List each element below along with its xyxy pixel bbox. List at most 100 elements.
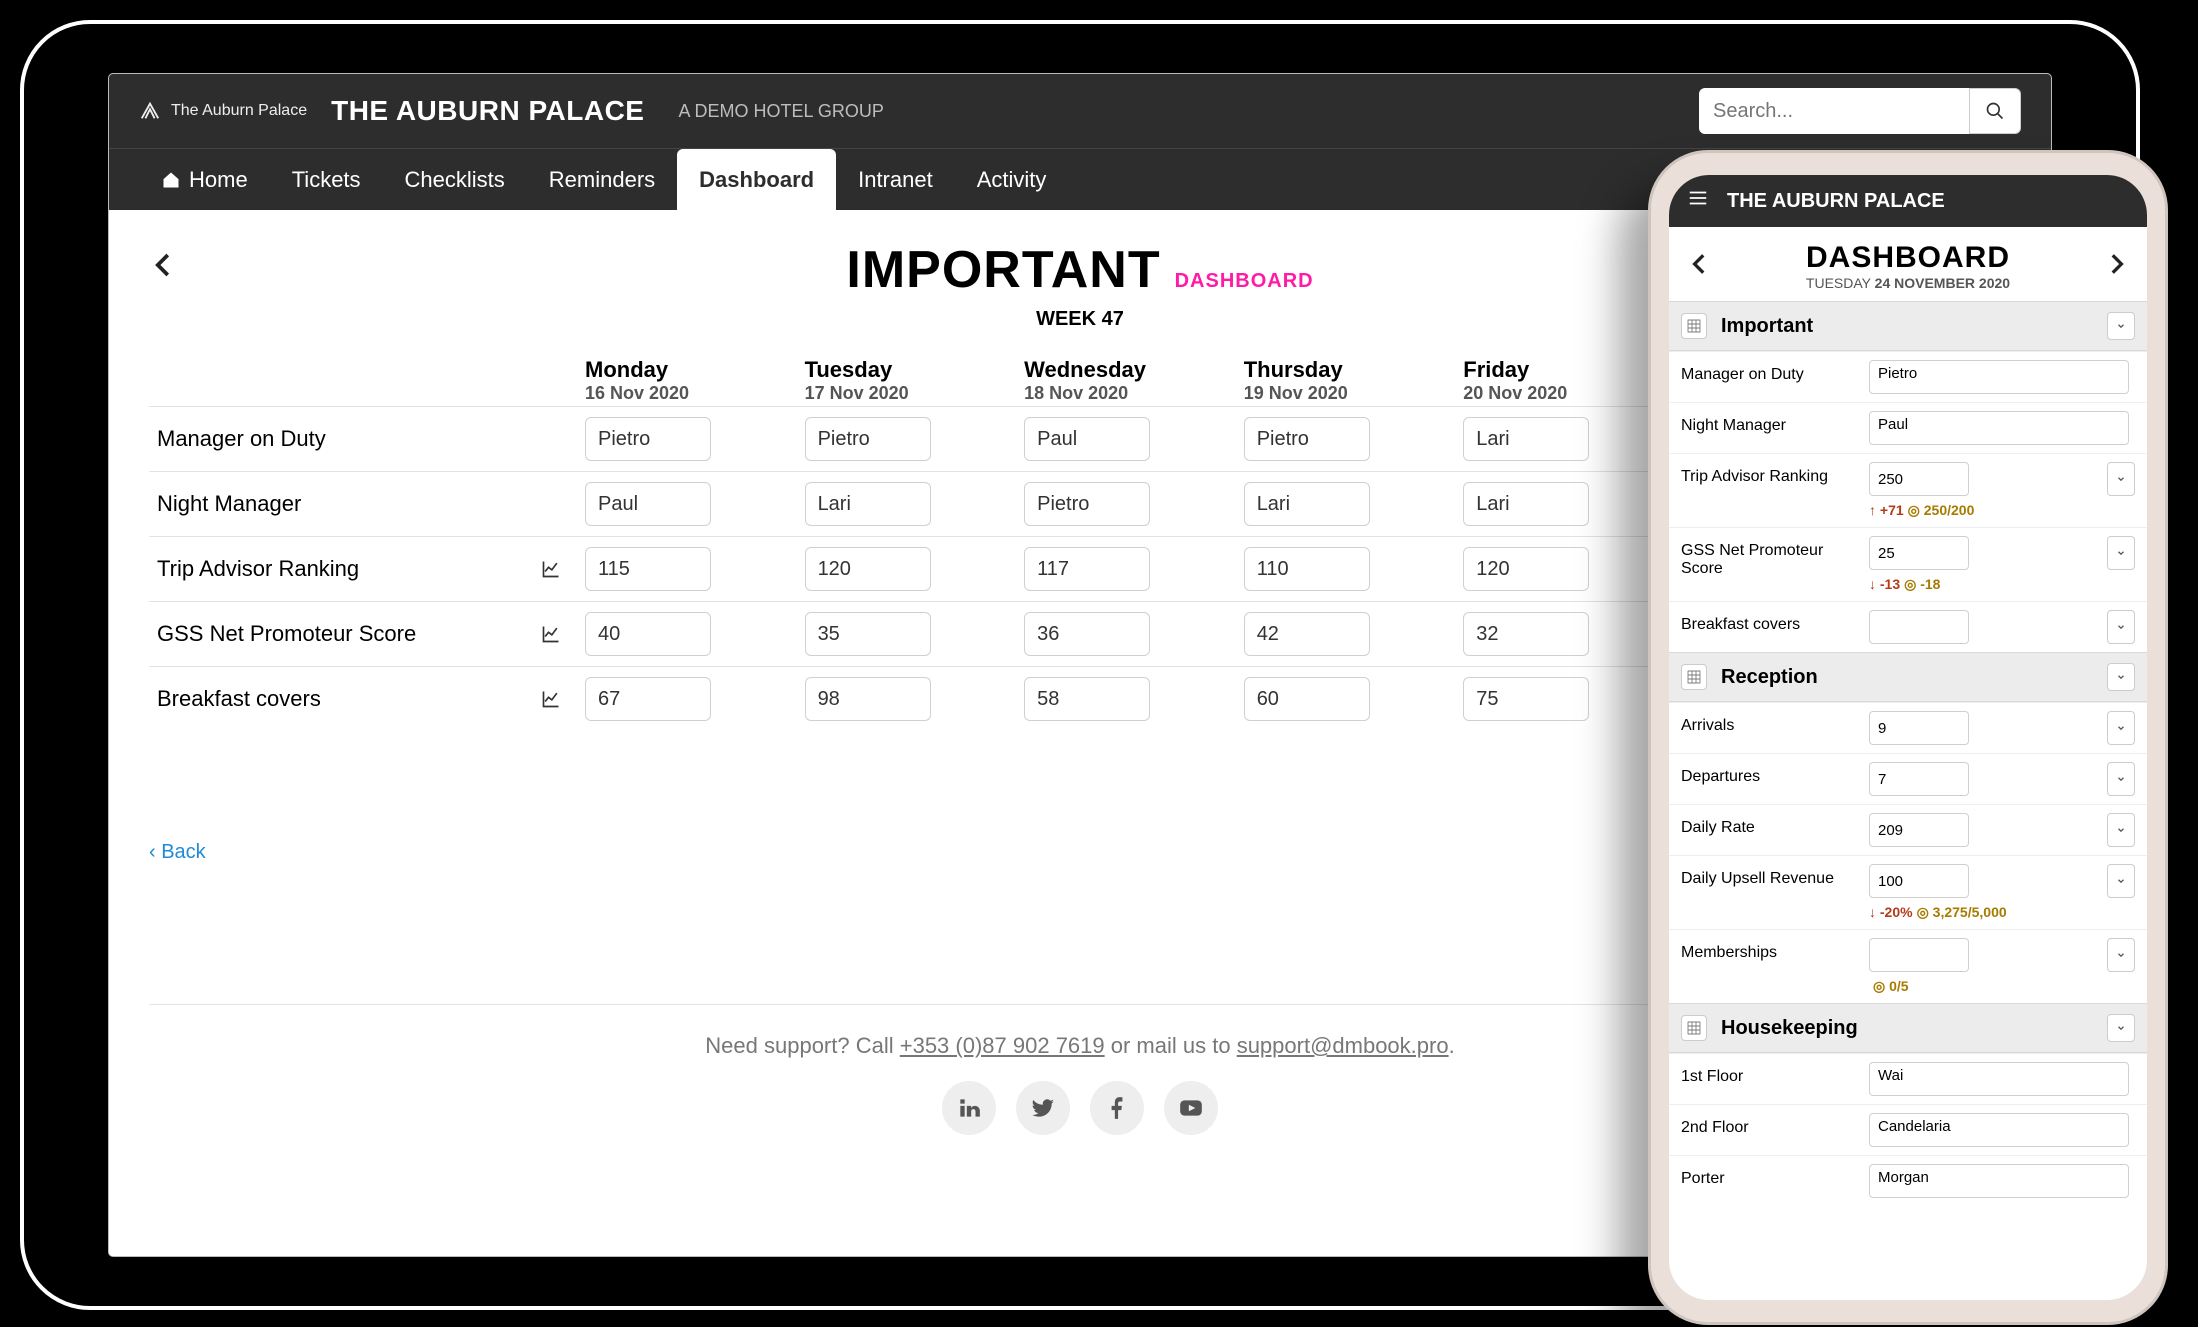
nav-activity[interactable]: Activity <box>955 149 1069 210</box>
brand-name: THE AUBURN PALACE <box>331 95 644 127</box>
chart-line-icon <box>541 689 561 709</box>
porter-input[interactable] <box>1869 1164 2129 1198</box>
day-header: Thursday <box>1244 357 1343 382</box>
youtube-icon <box>1178 1095 1204 1121</box>
grid-cell-input[interactable] <box>805 677 931 721</box>
grid-cell-input[interactable] <box>1024 547 1150 591</box>
grid-cell-input[interactable] <box>805 482 931 526</box>
grid-cell-input[interactable] <box>585 417 711 461</box>
section-menu-button[interactable] <box>2107 312 2135 340</box>
grid-cell-input[interactable] <box>1244 547 1370 591</box>
open-chart-button[interactable] <box>541 624 561 644</box>
grid-cell-input[interactable] <box>1024 612 1150 656</box>
grid-cell-input[interactable] <box>1463 482 1589 526</box>
brand-logo: The Auburn Palace <box>139 100 307 122</box>
nav-tickets-label: Tickets <box>292 167 361 193</box>
youtube-button[interactable] <box>1164 1081 1218 1135</box>
grid-view-button[interactable] <box>1681 664 1707 690</box>
search-input[interactable] <box>1699 88 1969 134</box>
search-icon <box>1985 101 2005 121</box>
footer-text: or mail us to <box>1105 1033 1237 1058</box>
grid-cell-input[interactable] <box>585 677 711 721</box>
field-menu-button[interactable] <box>2107 813 2135 847</box>
nav-home[interactable]: Home <box>139 149 270 210</box>
grid-view-button[interactable] <box>1681 1015 1707 1041</box>
target-value: ◎ 0/5 <box>1873 978 1909 994</box>
night-manager-input[interactable] <box>1869 411 2129 445</box>
caret-down-icon <box>2116 622 2126 632</box>
prev-week-button[interactable] <box>149 250 179 285</box>
field-menu-button[interactable] <box>2107 536 2135 570</box>
caret-down-icon <box>2116 774 2126 784</box>
grid-cell-input[interactable] <box>805 417 931 461</box>
gss-nps-input[interactable] <box>1869 536 1969 570</box>
phone-prev-day-button[interactable] <box>1687 251 1713 282</box>
departures-input[interactable] <box>1869 762 1969 796</box>
nav-reminders[interactable]: Reminders <box>527 149 677 210</box>
trip-advisor-input[interactable] <box>1869 462 1969 496</box>
floor1-input[interactable] <box>1869 1062 2129 1096</box>
caret-down-icon <box>2116 1023 2126 1033</box>
grid-cell-input[interactable] <box>585 482 711 526</box>
grid-cell-input[interactable] <box>1024 677 1150 721</box>
hamburger-menu-button[interactable] <box>1687 187 1709 215</box>
breakfast-input[interactable] <box>1869 610 1969 644</box>
target-value: ◎ 250/200 <box>1908 502 1975 518</box>
memberships-input[interactable] <box>1869 938 1969 972</box>
grid-cell-input[interactable] <box>1244 612 1370 656</box>
open-chart-button[interactable] <box>541 559 561 579</box>
grid-cell-input[interactable] <box>805 547 931 591</box>
chart-line-icon <box>541 624 561 644</box>
grid-cell-input[interactable] <box>805 612 931 656</box>
linkedin-button[interactable] <box>942 1081 996 1135</box>
field-label: Porter <box>1681 1164 1859 1188</box>
nav-dashboard[interactable]: Dashboard <box>677 149 836 210</box>
grid-cell-input[interactable] <box>1024 482 1150 526</box>
grid-cell-input[interactable] <box>1463 417 1589 461</box>
manager-on-duty-input[interactable] <box>1869 360 2129 394</box>
grid-cell-input[interactable] <box>585 612 711 656</box>
grid-icon <box>1686 1020 1702 1036</box>
phone-next-day-button[interactable] <box>2103 251 2129 282</box>
back-link[interactable]: ‹ Back <box>149 841 206 864</box>
grid-cell-input[interactable] <box>585 547 711 591</box>
grid-cell-input[interactable] <box>1244 482 1370 526</box>
nav-intranet-label: Intranet <box>858 167 933 193</box>
nav-intranet[interactable]: Intranet <box>836 149 955 210</box>
field-menu-button[interactable] <box>2107 762 2135 796</box>
grid-cell-input[interactable] <box>1463 612 1589 656</box>
support-email-link[interactable]: support@dmbook.pro <box>1237 1033 1449 1058</box>
row-label: Trip Advisor Ranking <box>149 537 579 602</box>
nav-dashboard-label: Dashboard <box>699 167 814 193</box>
day-date: 18 Nov 2020 <box>1024 383 1232 404</box>
grid-cell-input[interactable] <box>1244 417 1370 461</box>
grid-view-button[interactable] <box>1681 313 1707 339</box>
field-menu-button[interactable] <box>2107 864 2135 898</box>
grid-cell-input[interactable] <box>1463 677 1589 721</box>
field-menu-button[interactable] <box>2107 711 2135 745</box>
chevron-left-icon <box>149 250 179 280</box>
floor2-input[interactable] <box>1869 1113 2129 1147</box>
upsell-input[interactable] <box>1869 864 1969 898</box>
section-menu-button[interactable] <box>2107 1014 2135 1042</box>
field-menu-button[interactable] <box>2107 610 2135 644</box>
grid-cell-input[interactable] <box>1463 547 1589 591</box>
day-header: Monday <box>585 357 668 382</box>
facebook-button[interactable] <box>1090 1081 1144 1135</box>
row-night-manager: Night Manager <box>1669 402 2147 453</box>
nav-checklists[interactable]: Checklists <box>383 149 527 210</box>
daily-rate-input[interactable] <box>1869 813 1969 847</box>
support-phone-link[interactable]: +353 (0)87 902 7619 <box>900 1033 1105 1058</box>
section-menu-button[interactable] <box>2107 663 2135 691</box>
chevron-left-icon <box>1687 251 1713 277</box>
grid-cell-input[interactable] <box>1244 677 1370 721</box>
nav-tickets[interactable]: Tickets <box>270 149 383 210</box>
open-chart-button[interactable] <box>541 689 561 709</box>
arrivals-input[interactable] <box>1869 711 1969 745</box>
field-label: Night Manager <box>1681 411 1859 435</box>
field-menu-button[interactable] <box>2107 462 2135 496</box>
field-menu-button[interactable] <box>2107 938 2135 972</box>
grid-cell-input[interactable] <box>1024 417 1150 461</box>
twitter-button[interactable] <box>1016 1081 1070 1135</box>
search-button[interactable] <box>1969 88 2021 134</box>
